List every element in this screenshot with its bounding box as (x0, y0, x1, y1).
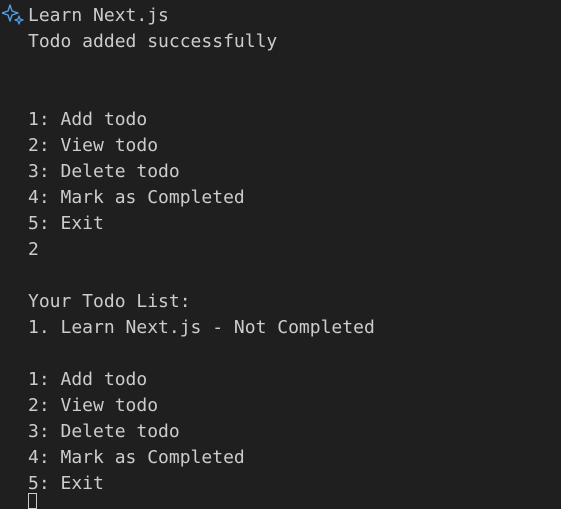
user-choice: 2 (28, 239, 39, 260)
menu-item-delete: 3: Delete todo (28, 421, 180, 442)
todo-list-header: Your Todo List: (28, 291, 191, 312)
menu-item-view: 2: View todo (28, 135, 159, 156)
status-message: Todo added successfully (28, 31, 278, 52)
menu-item-exit: 5: Exit (28, 213, 104, 234)
menu-item-add: 1: Add todo (28, 109, 148, 130)
sparkle-icon[interactable] (1, 4, 24, 26)
menu-item-delete: 3: Delete todo (28, 161, 180, 182)
todo-list-item: 1. Learn Next.js - Not Completed (28, 317, 375, 338)
menu-item-exit: 5: Exit (28, 473, 104, 494)
menu-item-mark: 4: Mark as Completed (28, 187, 245, 208)
menu-item-mark: 4: Mark as Completed (28, 447, 245, 468)
menu-item-add: 1: Add todo (28, 369, 148, 390)
terminal-output[interactable]: Learn Next.js Todo added successfully 1:… (0, 0, 561, 509)
command-input-text: Learn Next.js (28, 5, 169, 26)
menu-item-view: 2: View todo (28, 395, 159, 416)
terminal-cursor[interactable] (28, 493, 37, 509)
